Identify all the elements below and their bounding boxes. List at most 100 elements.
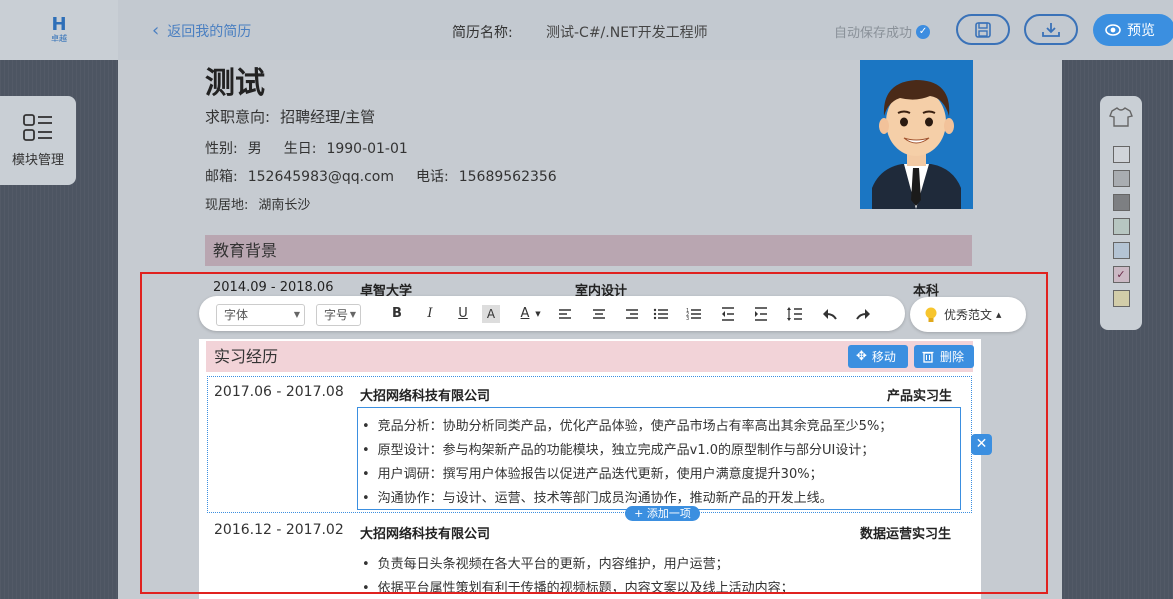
- education-section-header[interactable]: 教育背景: [205, 235, 972, 266]
- gender-label: 性别:: [205, 141, 238, 157]
- location-row[interactable]: 现居地: 湖南长沙: [205, 194, 310, 213]
- birthday-label: 生日:: [283, 141, 317, 157]
- font-color-caret-icon[interactable]: ▼: [533, 305, 543, 323]
- save-icon: [975, 21, 991, 38]
- list-item: 依据平台属性策划有利于传播的视频标题，内容文案以及线上活动内容；: [362, 577, 794, 596]
- save-button[interactable]: [956, 14, 1010, 45]
- font-select-label: 字体: [224, 308, 249, 322]
- logo-mark-icon: H: [51, 14, 67, 35]
- undo-icon[interactable]: [821, 305, 839, 323]
- close-icon[interactable]: ✕: [971, 434, 992, 455]
- size-select-label: 字号: [324, 308, 349, 322]
- example-button[interactable]: 优秀范文 ▲: [910, 297, 1026, 332]
- back-label: 返回我的简历: [167, 24, 252, 40]
- gender-value: 男: [247, 141, 262, 157]
- redo-icon[interactable]: [854, 305, 872, 323]
- autosave-status: 自动保存成功 ✓: [834, 22, 931, 41]
- intention-value: 招聘经理/主管: [280, 108, 376, 126]
- location-value: 湖南长沙: [258, 198, 311, 213]
- education-date: 2014.09 - 2018.06: [213, 280, 334, 295]
- move-label: 移动: [871, 350, 896, 364]
- svg-text:3: 3: [686, 316, 689, 322]
- move-icon: ✥: [856, 349, 867, 364]
- autosave-text: 自动保存成功: [834, 26, 913, 41]
- location-label: 现居地:: [205, 198, 249, 213]
- email-value: 152645983@qq.com: [247, 169, 395, 185]
- top-bar: H 卓越 ‹ 返回我的简历 简历名称: 测试-C#/.NET开发工程师 自动保存…: [0, 0, 1173, 60]
- delete-button[interactable]: 删除: [914, 345, 974, 368]
- numbered-list-icon[interactable]: 123: [685, 305, 703, 323]
- lightbulb-icon: [925, 307, 937, 322]
- download-button[interactable]: [1024, 14, 1078, 45]
- list-item: 原型设计：参与构架新产品的功能模块，独立完成产品v1.0的原型制作与部分UI设计…: [362, 439, 875, 458]
- underline-icon[interactable]: U: [454, 305, 472, 323]
- delete-label: 删除: [940, 350, 965, 364]
- trash-icon: [922, 351, 934, 363]
- resume-name-label: 简历名称:: [452, 25, 513, 41]
- email-label: 邮箱:: [205, 169, 238, 185]
- phone-label: 电话:: [416, 169, 449, 185]
- birthday-value: 1990-01-01: [326, 141, 408, 157]
- color-swatch[interactable]: [1112, 170, 1130, 187]
- caret-down-icon: ▼: [293, 310, 300, 319]
- color-swatch-selected[interactable]: ✓: [1112, 266, 1130, 283]
- intention-label: 求职意向:: [205, 108, 271, 126]
- chevron-left-icon: ‹: [152, 20, 160, 41]
- profile-photo[interactable]: [860, 60, 973, 209]
- list-item: 竞品分析：协助分析同类产品，优化产品体验，使产品市场占有率高出其余竞品至少5%；: [362, 415, 893, 434]
- entry-role[interactable]: 产品实习生: [887, 385, 952, 404]
- shirt-icon[interactable]: [1109, 106, 1133, 128]
- indent-icon[interactable]: [752, 305, 770, 323]
- module-grid-icon: [23, 114, 52, 141]
- preview-label: 预览: [1127, 23, 1155, 39]
- align-left-icon[interactable]: [556, 305, 574, 323]
- logo-text: 卓越: [51, 34, 67, 43]
- logo[interactable]: H 卓越: [0, 0, 118, 60]
- move-button[interactable]: ✥ 移动: [848, 345, 908, 368]
- align-right-icon[interactable]: [623, 305, 641, 323]
- example-label: 优秀范文: [944, 308, 993, 322]
- color-swatch[interactable]: [1112, 290, 1130, 307]
- highlight-icon[interactable]: A: [482, 305, 500, 323]
- add-item-label: 添加一项: [646, 507, 691, 520]
- align-center-icon[interactable]: [590, 305, 608, 323]
- resume-name-heading[interactable]: 测试: [205, 58, 265, 102]
- caret-down-icon: ▼: [349, 310, 356, 319]
- list-item: 沟通协作：与设计、运营、技术等部门成员沟通协作，推动新产品的开发上线。: [362, 487, 833, 506]
- font-select[interactable]: 字体 ▼: [216, 304, 305, 326]
- preview-button[interactable]: 预览: [1093, 14, 1173, 46]
- line-height-icon[interactable]: [786, 305, 804, 323]
- color-swatch[interactable]: [1112, 242, 1130, 259]
- module-manage-label: 模块管理: [11, 153, 64, 168]
- size-select[interactable]: 字号 ▼: [316, 304, 361, 326]
- font-color-icon[interactable]: A: [516, 305, 534, 323]
- phone-value: 15689562356: [458, 169, 557, 185]
- contact-row[interactable]: 邮箱: 152645983@qq.com 电话: 15689562356: [205, 166, 557, 186]
- gender-birthday-row[interactable]: 性别: 男 生日: 1990-01-01: [205, 138, 408, 158]
- rich-text-toolbar: 字体 ▼ 字号 ▼ B I U A A ▼ 123: [199, 296, 905, 331]
- caret-up-icon: ▲: [996, 310, 1002, 319]
- color-swatch[interactable]: [1112, 194, 1130, 211]
- avatar-illustration: [860, 60, 973, 209]
- resume-name[interactable]: 测试-C#/.NET开发工程师: [546, 22, 708, 42]
- entry-role[interactable]: 数据运营实习生: [860, 523, 951, 542]
- bold-icon[interactable]: B: [388, 305, 406, 323]
- entry-company[interactable]: 大招网络科技有限公司: [360, 523, 490, 542]
- list-item: 用户调研：撰写用户体验报告以促进产品迭代更新，使用户满意度提升30%；: [362, 463, 823, 482]
- back-link[interactable]: ‹ 返回我的简历: [152, 21, 251, 41]
- entry-date[interactable]: 2017.06 - 2017.08: [214, 384, 344, 400]
- entry-date[interactable]: 2016.12 - 2017.02: [214, 522, 344, 538]
- outdent-icon[interactable]: [719, 305, 737, 323]
- download-icon: [1042, 22, 1060, 37]
- italic-icon[interactable]: I: [421, 305, 439, 323]
- bullet-list-icon[interactable]: [652, 305, 670, 323]
- intention-row[interactable]: 求职意向: 招聘经理/主管: [205, 106, 375, 127]
- list-item: 负责每日头条视频在各大平台的更新，内容维护，用户运营；: [362, 553, 729, 572]
- theme-panel: ✓: [1100, 96, 1142, 330]
- module-manage-button[interactable]: 模块管理: [0, 96, 76, 185]
- entry-company[interactable]: 大招网络科技有限公司: [360, 385, 490, 404]
- plus-icon: +: [634, 507, 644, 520]
- add-item-button[interactable]: + 添加一项: [625, 506, 700, 521]
- color-swatch[interactable]: [1112, 146, 1130, 163]
- color-swatch[interactable]: [1112, 218, 1130, 235]
